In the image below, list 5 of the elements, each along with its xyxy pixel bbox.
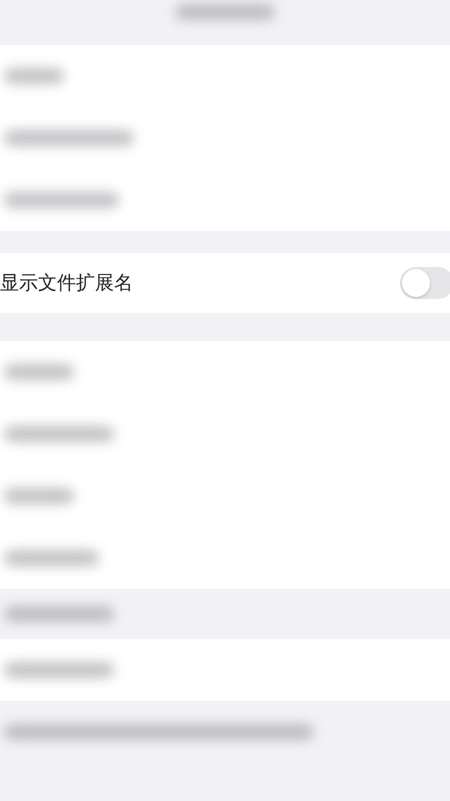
blurred-text (4, 364, 74, 380)
blurred-text (4, 68, 64, 84)
toggle-switch[interactable] (400, 267, 450, 299)
setting-label: 显示文件扩展名 (0, 271, 133, 296)
blurred-text (4, 488, 74, 504)
